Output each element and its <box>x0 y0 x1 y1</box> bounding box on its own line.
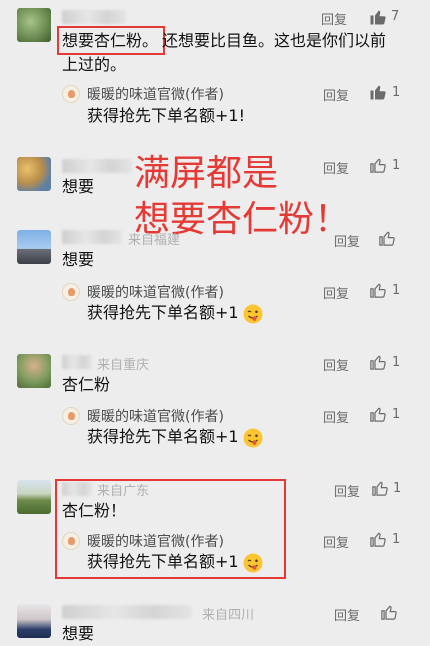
reply-text: 获得抢先下单名额+1 <box>87 552 239 571</box>
reply-button[interactable]: 回复 <box>334 231 360 250</box>
location: 来自福建 <box>128 233 181 248</box>
thumbs-up-outline-icon[interactable] <box>369 281 387 299</box>
like-count: 1 <box>393 481 402 496</box>
like-count: 1 <box>392 532 401 547</box>
reply-text: 获得抢先下单名额+1 <box>87 303 239 322</box>
avatar[interactable] <box>17 604 51 638</box>
thumbs-up-outline-icon[interactable] <box>369 353 387 371</box>
thumbs-up-outline-icon[interactable] <box>378 229 396 247</box>
thumbs-up-outline-icon[interactable] <box>369 530 387 548</box>
reply-button[interactable]: 回复 <box>321 9 347 28</box>
reply-button[interactable]: 回复 <box>334 481 360 500</box>
reply-button[interactable]: 回复 <box>323 407 349 426</box>
username <box>62 159 132 173</box>
avatar[interactable] <box>17 354 51 388</box>
author-logo <box>62 283 80 301</box>
avatar[interactable] <box>17 480 51 514</box>
username <box>62 355 92 369</box>
author-name: 暖暖的味道官微(作者) <box>87 285 224 301</box>
location: 来自重庆 <box>97 358 150 373</box>
author-logo <box>62 407 80 425</box>
comment-text: 想要 <box>62 624 95 643</box>
thumbs-up-outline-icon[interactable] <box>371 479 389 497</box>
username <box>62 230 122 244</box>
overlay-caption-line1: 满屏都是 <box>134 153 279 194</box>
reply-button[interactable]: 回复 <box>323 85 349 104</box>
comment-text-line2: 上过的。 <box>62 55 127 74</box>
avatar[interactable] <box>17 157 51 191</box>
author-logo <box>62 532 80 550</box>
author-name: 暖暖的味道官微(作者) <box>87 534 224 550</box>
avatar[interactable] <box>17 230 51 264</box>
reply-button[interactable]: 回复 <box>323 532 349 551</box>
location: 来自四川 <box>202 608 255 623</box>
like-count: 7 <box>391 9 400 24</box>
username <box>62 605 192 619</box>
comment-text: 杏仁粉！ <box>62 501 127 520</box>
author-name: 暖暖的味道官微(作者) <box>87 409 224 425</box>
wink-tongue-emoji-icon <box>243 553 263 573</box>
comment-text-rest: 还想要比目鱼。这也是你们以前 <box>162 31 387 50</box>
author-name: 暖暖的味道官微(作者) <box>87 87 224 103</box>
reply-button[interactable]: 回复 <box>323 158 349 177</box>
thumbs-up-icon[interactable] <box>369 83 387 101</box>
username <box>62 10 126 24</box>
like-count: 1 <box>392 407 401 422</box>
comment-text: 杏仁粉 <box>62 375 111 394</box>
reply-text: 获得抢先下单名额+1 <box>87 427 239 446</box>
comment-highlight-text: 想要杏仁粉。 <box>62 31 159 50</box>
like-count: 1 <box>392 283 401 298</box>
comment-text: 想要杏仁粉。 还想要比目鱼。这也是你们以前 <box>62 29 417 53</box>
like-count: 1 <box>392 158 401 173</box>
reply-text: 获得抢先下单名额+1! <box>87 106 246 125</box>
thumbs-up-outline-icon[interactable] <box>369 156 387 174</box>
thumbs-up-icon[interactable] <box>369 8 387 26</box>
comment-text: 想要 <box>62 177 95 196</box>
avatar[interactable] <box>17 8 51 42</box>
comment-text: 想要 <box>62 250 95 269</box>
reply-button[interactable]: 回复 <box>323 283 349 302</box>
reply-button[interactable]: 回复 <box>334 605 360 624</box>
thumbs-up-outline-icon[interactable] <box>369 405 387 423</box>
reply-button[interactable]: 回复 <box>323 355 349 374</box>
author-logo <box>62 85 80 103</box>
like-count: 1 <box>392 355 401 370</box>
wink-tongue-emoji-icon <box>243 304 263 324</box>
like-count: 1 <box>392 85 401 100</box>
thumbs-up-outline-icon[interactable] <box>380 603 398 621</box>
wink-tongue-emoji-icon <box>243 428 263 448</box>
